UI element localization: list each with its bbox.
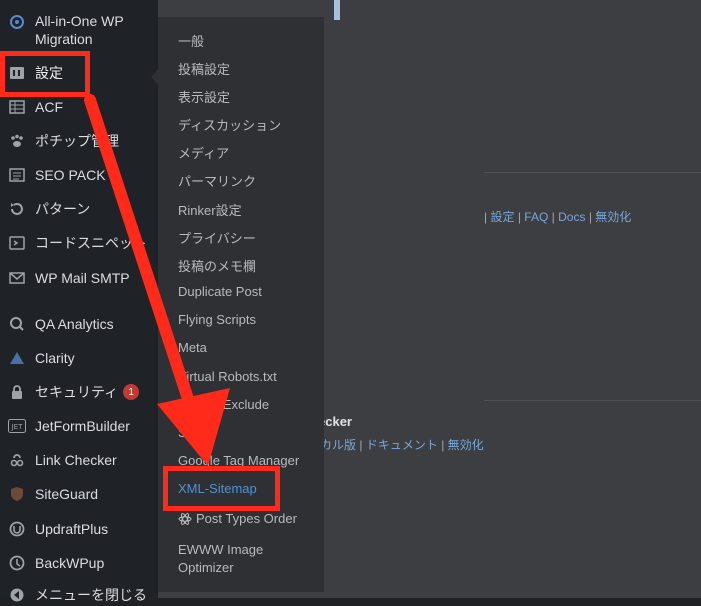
annotation-arrow <box>84 94 230 466</box>
